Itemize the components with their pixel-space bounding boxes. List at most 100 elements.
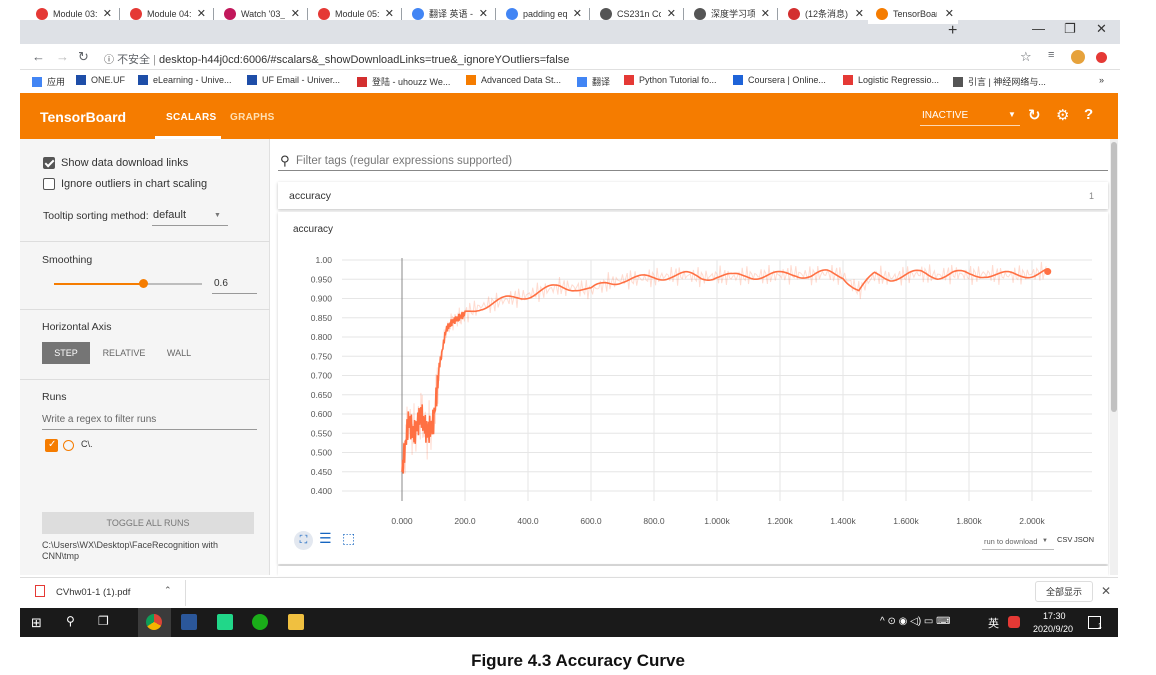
- fit-domain-icon[interactable]: ⬚: [342, 530, 355, 547]
- tab-close-icon[interactable]: ✕: [479, 7, 488, 20]
- browser-tab[interactable]: 翻译 英语 - ✕: [404, 3, 492, 24]
- bookmark-label: 应用: [47, 77, 66, 87]
- axis-wall-button[interactable]: WALL: [158, 342, 200, 364]
- run-radio[interactable]: [63, 440, 74, 451]
- browser-tab[interactable]: TensorBoar ✕: [868, 3, 958, 24]
- refresh-icon[interactable]: ↻: [1028, 106, 1041, 124]
- runs-filter-input[interactable]: Write a regex to filter runs: [42, 414, 156, 425]
- show-download-links-checkbox[interactable]: [43, 157, 55, 169]
- bookmark-item[interactable]: 引言 | 神经网络与...: [953, 75, 1046, 88]
- chevron-down-icon[interactable]: ▼: [214, 212, 221, 219]
- download-file-name[interactable]: CVhw01-1 (1).pdf: [56, 587, 130, 598]
- tab-close-icon[interactable]: ✕: [291, 7, 300, 20]
- sogou-icon[interactable]: [1008, 616, 1020, 628]
- browser-tab[interactable]: (12条消息) ✕: [780, 3, 868, 24]
- json-download-link[interactable]: JSON: [1074, 535, 1094, 544]
- forward-icon[interactable]: →: [56, 49, 69, 64]
- tab-close-icon[interactable]: ✕: [667, 7, 676, 20]
- divider: [20, 241, 270, 242]
- browser-tab[interactable]: 深度学习项目 ✕: [686, 3, 774, 24]
- bookmark-item[interactable]: ONE.UF: [76, 75, 125, 85]
- reload-icon[interactable]: ↻: [78, 49, 89, 65]
- browser-tab[interactable]: Module 05: ✕: [310, 3, 398, 24]
- tab-close-icon[interactable]: ✕: [945, 7, 954, 20]
- chrome-icon[interactable]: [146, 614, 162, 630]
- axis-relative-button[interactable]: RELATIVE: [96, 342, 152, 364]
- y-tick-label: 0.850: [311, 313, 333, 323]
- tab-label: 翻译 英语 -: [429, 9, 473, 19]
- tab-close-icon[interactable]: ✕: [197, 7, 206, 20]
- clock-date[interactable]: 2020/9/20: [1033, 624, 1073, 634]
- bookmark-item[interactable]: Coursera | Online...: [733, 75, 826, 85]
- tab-close-icon[interactable]: ✕: [761, 7, 770, 20]
- plugin-select[interactable]: INACTIVE: [922, 110, 968, 121]
- csv-download-link[interactable]: CSV: [1057, 535, 1072, 544]
- bookmark-item[interactable]: 翻译: [577, 75, 610, 88]
- tab-close-icon[interactable]: ✕: [385, 7, 394, 20]
- browser-tab[interactable]: CS231n Co ✕: [592, 3, 680, 24]
- show-all-downloads-button[interactable]: 全部显示: [1035, 581, 1093, 602]
- filter-tags-input[interactable]: Filter tags (regular expressions support…: [296, 155, 512, 167]
- bookmarks-more-icon[interactable]: »: [1099, 75, 1104, 85]
- browser-tab[interactable]: padding eq ✕: [498, 3, 586, 24]
- ignore-outliers-checkbox[interactable]: [43, 178, 55, 190]
- smoothing-slider-fill: [54, 283, 144, 285]
- close-window-button[interactable]: ✕: [1096, 21, 1107, 37]
- smoothing-value-input[interactable]: 0.6: [214, 278, 228, 289]
- pycharm-icon[interactable]: [217, 614, 233, 630]
- gear-icon[interactable]: ⚙: [1056, 106, 1069, 124]
- search-icon[interactable]: ⚲: [66, 614, 75, 628]
- browser-tab[interactable]: Module 03: ✕: [28, 3, 116, 24]
- help-icon[interactable]: ?: [1084, 106, 1093, 123]
- profile-icon[interactable]: [1096, 52, 1107, 63]
- extension-icon[interactable]: [1071, 50, 1085, 64]
- tab-scalars[interactable]: SCALARS: [166, 112, 216, 123]
- toggle-log-scale-icon[interactable]: ☰: [319, 530, 332, 547]
- url-field[interactable]: ⓘ 不安全 | desktop-h44j0cd:6006/#scalars&_s…: [104, 51, 569, 67]
- browser-tab[interactable]: Watch '03_ ✕: [216, 3, 304, 24]
- x-tick-label: 1.400k: [830, 516, 856, 526]
- back-icon[interactable]: ←: [32, 49, 45, 64]
- bookmark-item[interactable]: 登陆 - uhouzz We...: [357, 75, 450, 88]
- word-icon[interactable]: [181, 614, 197, 630]
- clock-time[interactable]: 17:30: [1043, 611, 1066, 621]
- tab-label: Watch '03_: [241, 8, 285, 19]
- bookmark-item[interactable]: Advanced Data St...: [466, 75, 561, 85]
- task-view-icon[interactable]: ❐: [98, 614, 109, 628]
- tab-close-icon[interactable]: ✕: [855, 7, 864, 20]
- chevron-down-icon[interactable]: ▼: [1042, 538, 1048, 544]
- toggle-all-runs-button[interactable]: TOGGLE ALL RUNS: [42, 512, 254, 534]
- bookmark-star-icon[interactable]: ☆: [1020, 49, 1032, 65]
- tooltip-sorting-select[interactable]: default: [153, 209, 186, 221]
- browser-tab[interactable]: Module 04: ✕: [122, 3, 210, 24]
- file-explorer-icon[interactable]: [288, 614, 304, 630]
- chevron-up-icon[interactable]: ⌃: [164, 585, 172, 596]
- info-icon[interactable]: ⓘ: [104, 55, 114, 66]
- minimize-button[interactable]: —: [1032, 21, 1045, 36]
- tab-separator: [777, 8, 778, 20]
- tab-label: Module 03:: [53, 8, 97, 19]
- smoothing-slider-thumb[interactable]: [139, 279, 148, 288]
- bookmark-item[interactable]: eLearning - Unive...: [138, 75, 232, 85]
- bookmark-item[interactable]: 应用: [32, 75, 65, 88]
- tray-icons[interactable]: ^ ⊙ ◉ ◁) ▭ ⌨: [880, 616, 951, 627]
- scrollbar-thumb[interactable]: [1111, 142, 1117, 412]
- wechat-icon[interactable]: [252, 614, 268, 630]
- close-download-bar-icon[interactable]: ✕: [1101, 584, 1111, 598]
- ime-indicator[interactable]: 英: [988, 615, 999, 631]
- bookmark-item[interactable]: Logistic Regressio...: [843, 75, 939, 85]
- new-tab-button[interactable]: +: [948, 22, 957, 40]
- bookmark-item[interactable]: UF Email - Univer...: [247, 75, 340, 85]
- axis-step-button[interactable]: STEP: [42, 342, 90, 364]
- tab-graphs[interactable]: GRAPHS: [230, 112, 275, 123]
- bookmark-item[interactable]: Python Tutorial fo...: [624, 75, 717, 85]
- chevron-down-icon[interactable]: ▼: [1008, 110, 1016, 119]
- run-to-download-select[interactable]: run to download: [984, 537, 1037, 546]
- tab-close-icon[interactable]: ✕: [103, 7, 112, 20]
- category-header[interactable]: [278, 182, 1108, 209]
- reading-list-icon[interactable]: ≡: [1048, 49, 1054, 61]
- tab-close-icon[interactable]: ✕: [573, 7, 582, 20]
- expand-chart-icon[interactable]: ⛶: [294, 530, 313, 550]
- windows-start-icon[interactable]: ⊞: [31, 615, 42, 631]
- restore-button[interactable]: ❐: [1064, 21, 1076, 37]
